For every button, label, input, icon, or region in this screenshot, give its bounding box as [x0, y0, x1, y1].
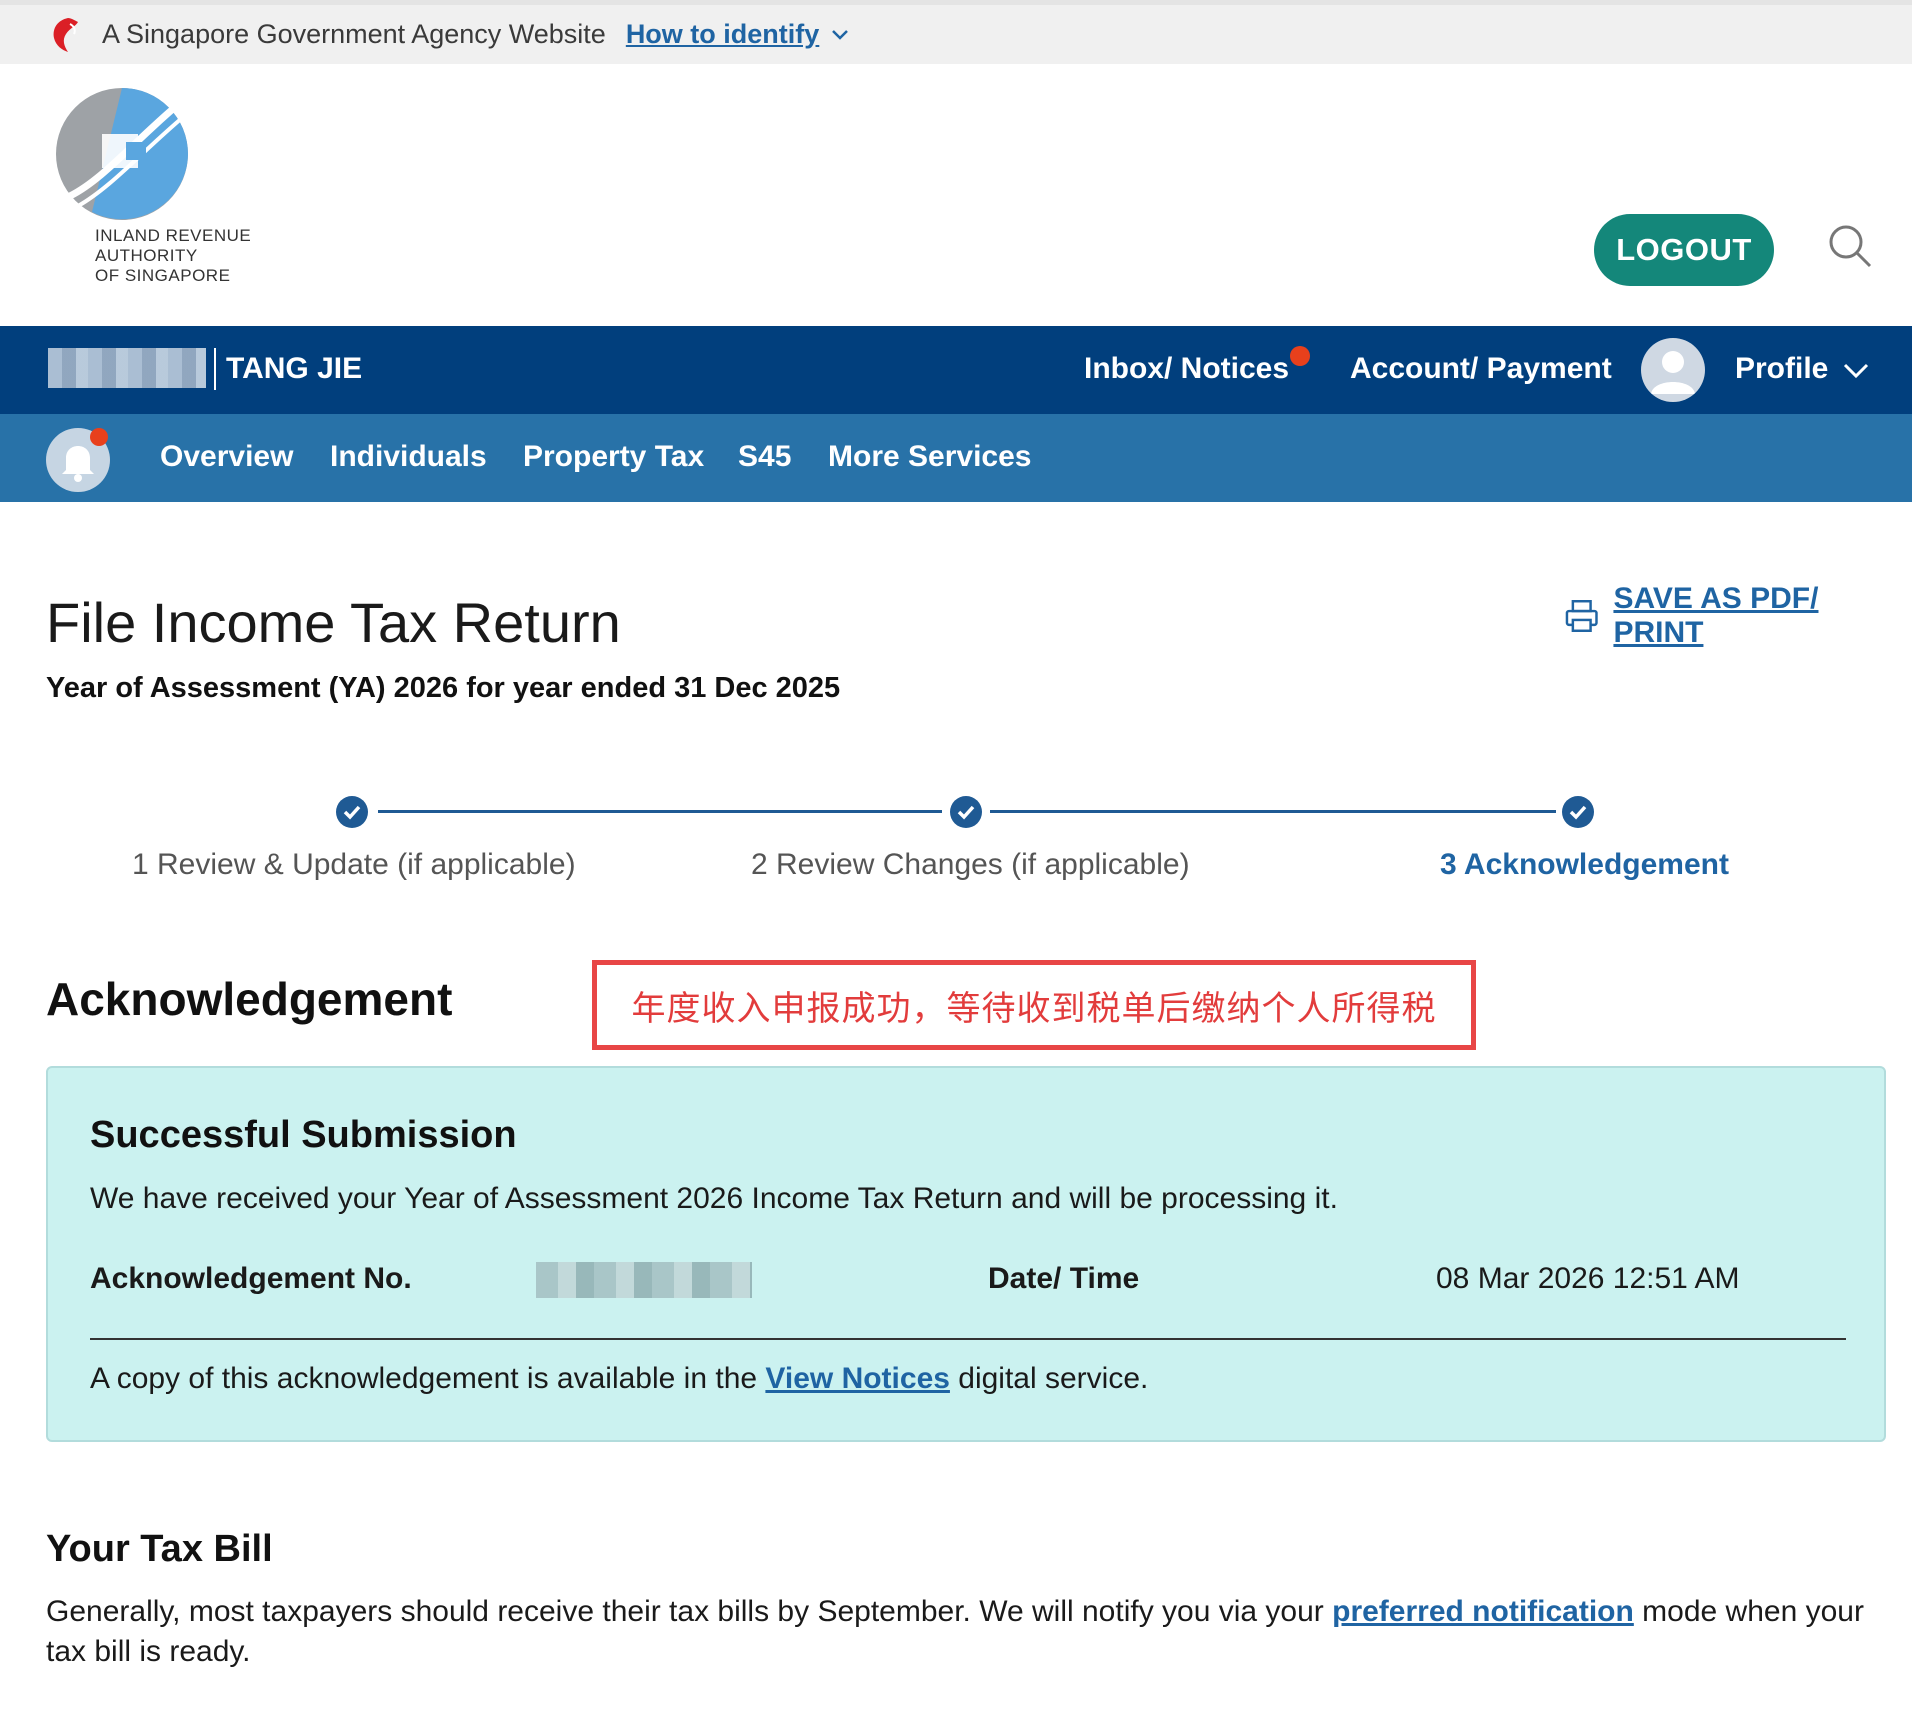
acknowledgement-heading: Acknowledgement	[46, 973, 453, 1025]
datetime-label: Date/ Time	[988, 1262, 1140, 1295]
check-icon	[336, 796, 368, 828]
chevron-down-icon[interactable]	[1842, 362, 1870, 380]
logout-button[interactable]: LOGOUT	[1594, 214, 1774, 286]
gov-website-text: A Singapore Government Agency Website	[102, 19, 606, 49]
view-notices-link[interactable]: View Notices	[765, 1362, 950, 1395]
gov-masthead: A Singapore Government Agency Website Ho…	[0, 0, 1912, 64]
copy-notice: A copy of this acknowledgement is availa…	[90, 1362, 1149, 1395]
ack-number-label: Acknowledgement No.	[90, 1262, 412, 1295]
user-name: TANG JIE	[226, 352, 363, 385]
stepper-connector	[378, 810, 942, 813]
save-print-label[interactable]: SAVE AS PDF/ PRINT	[1613, 582, 1912, 650]
notification-dot	[90, 428, 108, 446]
step-1-label: 1 Review & Update (if applicable)	[132, 848, 576, 881]
tab-more-services[interactable]: More Services	[828, 440, 1031, 474]
masked-user-id	[48, 348, 206, 388]
tab-property-tax[interactable]: Property Tax	[523, 440, 704, 474]
ack-number-masked	[536, 1262, 752, 1298]
tax-bill-heading: Your Tax Bill	[46, 1528, 273, 1570]
step-3-label: 3 Acknowledgement	[1440, 848, 1729, 881]
annotation-text: 年度收入申报成功，等待收到税单后缴纳个人所得税	[631, 989, 1437, 1028]
avatar-icon[interactable]	[1641, 338, 1705, 402]
iras-logo[interactable]	[52, 84, 192, 224]
tab-s45[interactable]: S45	[738, 440, 791, 474]
successful-submission-panel: Successful Submission We have received y…	[46, 1066, 1886, 1442]
secondary-nav: Overview Individuals Property Tax S45 Mo…	[0, 414, 1912, 502]
step-2-label: 2 Review Changes (if applicable)	[751, 848, 1190, 881]
notification-dot	[1290, 346, 1310, 366]
save-print-link[interactable]: SAVE AS PDF/ PRINT	[1564, 582, 1912, 650]
nav-profile[interactable]: Profile	[1735, 352, 1828, 386]
site-header: INLAND REVENUE AUTHORITY OF SINGAPORE LO…	[0, 64, 1912, 326]
check-icon	[950, 796, 982, 828]
nav-inbox-notices[interactable]: Inbox/ Notices	[1084, 352, 1289, 386]
chevron-down-icon[interactable]	[831, 29, 849, 41]
panel-divider	[90, 1338, 1846, 1340]
preferred-notification-link[interactable]: preferred notification	[1332, 1595, 1634, 1628]
datetime-value: 08 Mar 2026 12:51 AM	[1436, 1262, 1740, 1295]
printer-icon[interactable]	[1564, 598, 1599, 634]
singapore-lion-icon	[53, 17, 78, 52]
page-title: File Income Tax Return	[46, 591, 621, 654]
tab-individuals[interactable]: Individuals	[330, 440, 487, 474]
check-icon	[1562, 796, 1594, 828]
primary-nav: TANG JIE Inbox/ Notices Account/ Payment…	[0, 326, 1912, 414]
tax-bill-text: Generally, most taxpayers should receive…	[46, 1595, 1864, 1668]
submission-message: We have received your Year of Assessment…	[90, 1182, 1338, 1215]
page-subtitle: Year of Assessment (YA) 2026 for year en…	[46, 672, 841, 704]
how-to-identify-link[interactable]: How to identify	[626, 19, 819, 50]
nav-account-payment[interactable]: Account/ Payment	[1350, 352, 1612, 386]
tab-overview[interactable]: Overview	[160, 440, 293, 474]
stepper-connector	[990, 810, 1556, 813]
iras-logo-text: INLAND REVENUE AUTHORITY OF SINGAPORE	[95, 226, 252, 285]
search-icon[interactable]	[1826, 222, 1874, 270]
submission-title: Successful Submission	[90, 1114, 517, 1156]
annotation-box: 年度收入申报成功，等待收到税单后缴纳个人所得税	[592, 960, 1476, 1050]
nav-divider	[214, 348, 216, 390]
